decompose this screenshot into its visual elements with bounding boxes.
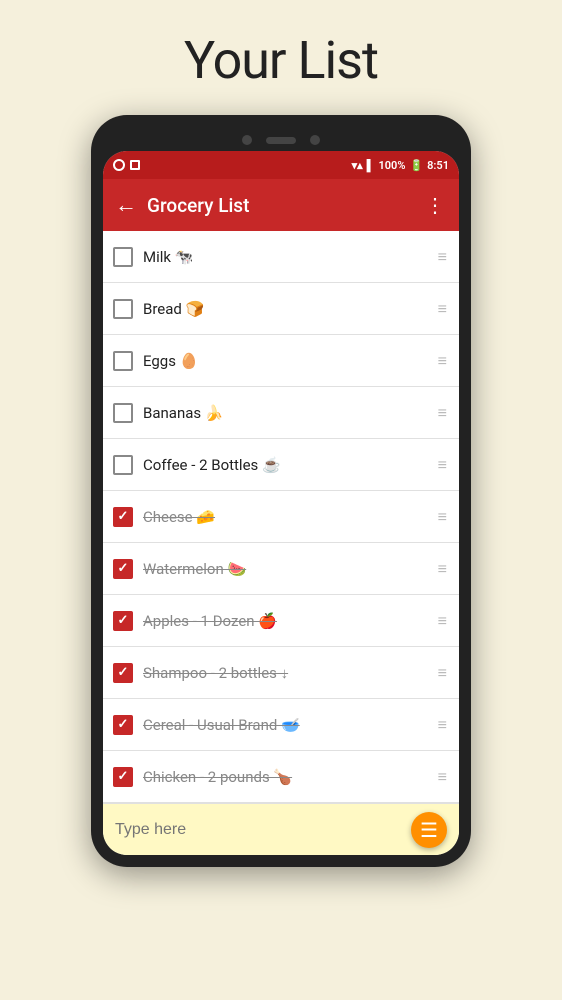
drag-handle-icon[interactable]: ≡ bbox=[438, 249, 447, 265]
phone-camera-area bbox=[103, 127, 459, 151]
grocery-list: Milk 🐄≡Bread 🍞≡Eggs 🥚≡Bananas 🍌≡Coffee -… bbox=[103, 231, 459, 803]
toolbar: ← Grocery List ⋮ bbox=[103, 179, 459, 231]
list-item-checkbox[interactable] bbox=[113, 299, 133, 319]
list-item-label: Coffee - 2 Bottles ☕ bbox=[143, 456, 432, 474]
list-item-checkbox[interactable] bbox=[113, 663, 133, 683]
list-item-checkbox[interactable] bbox=[113, 559, 133, 579]
page-title: Your List bbox=[184, 30, 378, 91]
list-item-label: Cheese 🧀 bbox=[143, 508, 432, 526]
list-item: Coffee - 2 Bottles ☕ ≡ bbox=[103, 439, 459, 491]
list-item: Milk 🐄 ≡ bbox=[103, 231, 459, 283]
drag-handle-icon[interactable]: ≡ bbox=[438, 457, 447, 473]
list-item: Eggs 🥚 ≡ bbox=[103, 335, 459, 387]
signal-icon: ▌ bbox=[367, 159, 375, 172]
drag-handle-icon[interactable]: ≡ bbox=[438, 509, 447, 525]
phone-frame: ▾▴ ▌ 100% 🔋 8:51 ← Grocery List ⋮ Milk 🐄… bbox=[91, 115, 471, 867]
list-item: Cheese 🧀 ≡ bbox=[103, 491, 459, 543]
drag-handle-icon[interactable]: ≡ bbox=[438, 717, 447, 733]
list-item-checkbox[interactable] bbox=[113, 403, 133, 423]
list-item: Apples - 1 Dozen 🍎 ≡ bbox=[103, 595, 459, 647]
list-item-checkbox[interactable] bbox=[113, 767, 133, 787]
bottom-bar: ☰ bbox=[103, 803, 459, 855]
wifi-icon: ▾▴ bbox=[352, 159, 363, 172]
list-item-checkbox[interactable] bbox=[113, 715, 133, 735]
toolbar-title: Grocery List bbox=[147, 194, 415, 217]
list-item-checkbox[interactable] bbox=[113, 455, 133, 475]
time: 8:51 bbox=[427, 159, 449, 172]
battery-icon: 🔋 bbox=[409, 159, 423, 172]
phone-screen: ▾▴ ▌ 100% 🔋 8:51 ← Grocery List ⋮ Milk 🐄… bbox=[103, 151, 459, 855]
list-item: Bananas 🍌 ≡ bbox=[103, 387, 459, 439]
list-item-label: Chicken - 2 pounds 🍗 bbox=[143, 768, 432, 786]
drag-handle-icon[interactable]: ≡ bbox=[438, 405, 447, 421]
status-left bbox=[113, 159, 140, 171]
drag-handle-icon[interactable]: ≡ bbox=[438, 665, 447, 681]
status-sim-icon bbox=[130, 160, 140, 170]
speaker bbox=[266, 137, 296, 144]
camera-dot bbox=[242, 135, 252, 145]
drag-handle-icon[interactable]: ≡ bbox=[438, 353, 447, 369]
status-bar: ▾▴ ▌ 100% 🔋 8:51 bbox=[103, 151, 459, 179]
drag-handle-icon[interactable]: ≡ bbox=[438, 301, 447, 317]
list-item-label: Apples - 1 Dozen 🍎 bbox=[143, 612, 432, 630]
list-item-label: Cereal - Usual Brand 🥣 bbox=[143, 716, 432, 734]
status-circle-icon bbox=[113, 159, 125, 171]
list-item-label: Bread 🍞 bbox=[143, 300, 432, 318]
list-item-label: Shampoo - 2 bottles ↓ bbox=[143, 664, 432, 682]
drag-handle-icon[interactable]: ≡ bbox=[438, 769, 447, 785]
menu-button[interactable]: ⋮ bbox=[425, 193, 447, 217]
list-item-checkbox[interactable] bbox=[113, 507, 133, 527]
list-item: Chicken - 2 pounds 🍗 ≡ bbox=[103, 751, 459, 803]
status-right: ▾▴ ▌ 100% 🔋 8:51 bbox=[352, 159, 449, 172]
sensor-dot bbox=[310, 135, 320, 145]
list-item-label: Eggs 🥚 bbox=[143, 352, 432, 370]
fab-button[interactable]: ☰ bbox=[411, 812, 447, 848]
list-item-label: Bananas 🍌 bbox=[143, 404, 432, 422]
list-item-checkbox[interactable] bbox=[113, 351, 133, 371]
list-item-checkbox[interactable] bbox=[113, 247, 133, 267]
drag-handle-icon[interactable]: ≡ bbox=[438, 613, 447, 629]
drag-handle-icon[interactable]: ≡ bbox=[438, 561, 447, 577]
fab-icon: ☰ bbox=[420, 818, 438, 842]
list-item-label: Milk 🐄 bbox=[143, 248, 432, 266]
type-here-input[interactable] bbox=[115, 821, 411, 839]
list-item-label: Watermelon 🍉 bbox=[143, 560, 432, 578]
list-item: Cereal - Usual Brand 🥣 ≡ bbox=[103, 699, 459, 751]
battery-percent: 100% bbox=[378, 159, 405, 172]
list-item: Watermelon 🍉 ≡ bbox=[103, 543, 459, 595]
list-item: Shampoo - 2 bottles ↓ ≡ bbox=[103, 647, 459, 699]
back-button[interactable]: ← bbox=[115, 192, 137, 218]
list-item-checkbox[interactable] bbox=[113, 611, 133, 631]
list-item: Bread 🍞 ≡ bbox=[103, 283, 459, 335]
